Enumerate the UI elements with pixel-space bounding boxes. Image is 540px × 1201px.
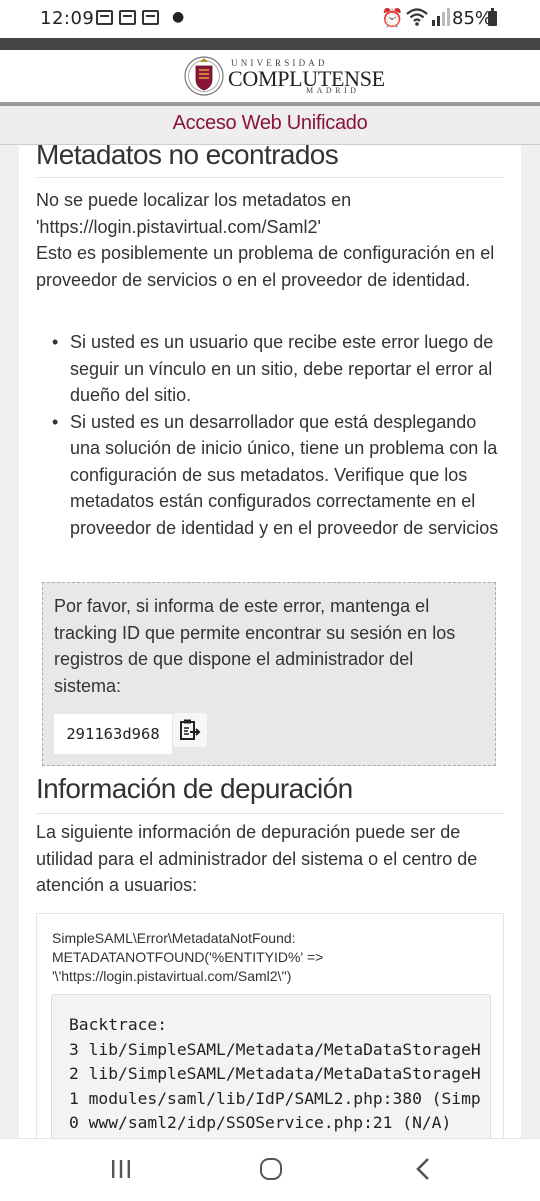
backtrace-line: 0 www/saml2/idp/SSOService.php:21 (N/A) (69, 1113, 452, 1132)
android-nav-bar (0, 1138, 540, 1201)
exception-line: '\'https://login.pistavirtual.com/Saml2\… (52, 968, 292, 984)
error-heading: Metadatos no econtrados (36, 145, 504, 178)
backtrace-line: 3 lib/SimpleSAML/Metadata/MetaDataStorag… (69, 1039, 481, 1059)
error-bullet: Si usted es un desarrollador que está de… (52, 409, 504, 542)
error-intro: No se puede localizar los metadatos en '… (36, 187, 504, 293)
backtrace-line: Backtrace: (69, 1015, 168, 1034)
home-button[interactable] (260, 1158, 282, 1180)
battery-percent: 85% (452, 8, 493, 29)
backtrace-text: Backtrace: 3 lib/SimpleSAML/Metadata/Met… (69, 1013, 481, 1136)
page-title: Acceso Web Unificado (172, 112, 368, 134)
debug-heading: Información de depuración (36, 773, 504, 814)
exception-line: SimpleSAML\Error\MetadataNotFound: (52, 930, 296, 946)
tracking-box: Por favor, si informa de este error, man… (42, 582, 496, 766)
content-card: Metadatos no econtrados No se puede loca… (19, 145, 521, 1138)
status-bar: 12:09 ● ⏰ 85% (0, 0, 540, 38)
exception-line: METADATANOTFOUND('%ENTITYID%' => (52, 949, 324, 965)
more-notifications-icon: ● (172, 9, 185, 25)
error-bullet: Si usted es un usuario que recibe este e… (52, 329, 504, 409)
notification-icon (142, 10, 159, 25)
tracking-text: Por favor, si informa de este error, man… (54, 596, 456, 696)
title-band: Acceso Web Unificado (0, 106, 540, 145)
backtrace-line: 2 lib/SimpleSAML/Metadata/MetaDataStorag… (69, 1064, 481, 1083)
debug-intro: La siguiente información de depuración p… (36, 822, 478, 895)
copy-tracking-id-button[interactable] (173, 713, 207, 747)
university-header[interactable]: UNIVERSIDAD COMPLUTENSE MADRID (0, 50, 540, 106)
clipboard-copy-icon (180, 719, 201, 740)
backtrace-line: 1 modules/saml/lib/IdP/SAML2.php:380 (Si… (69, 1088, 481, 1108)
alarm-icon: ⏰ (381, 8, 404, 29)
error-intro-line3: Esto es posiblemente un problema de conf… (36, 243, 495, 290)
backtrace-block[interactable]: Backtrace: 3 lib/SimpleSAML/Metadata/Met… (51, 994, 491, 1138)
status-time: 12:09 (40, 8, 95, 29)
notification-icon (119, 10, 136, 25)
recent-apps-button[interactable] (110, 1159, 132, 1179)
tracking-id[interactable]: 291163d968 (54, 714, 172, 754)
university-crest-icon (184, 56, 224, 96)
wifi-icon (406, 8, 428, 26)
brand-bottom: MADRID (306, 86, 360, 95)
notification-icon (96, 10, 113, 25)
browser-top-strip (0, 38, 540, 50)
debug-exception-box: SimpleSAML\Error\MetadataNotFound: METAD… (36, 913, 504, 1138)
battery-icon (488, 8, 497, 26)
signal-icon (432, 8, 450, 26)
exception-text: SimpleSAML\Error\MetadataNotFound: METAD… (52, 929, 492, 986)
error-intro-line2: 'https://login.pistavirtual.com/Saml2' (36, 216, 321, 237)
error-intro-line1: No se puede localizar los metadatos en (36, 190, 352, 210)
back-button[interactable] (414, 1157, 432, 1181)
error-bullets: Si usted es un usuario que recibe este e… (36, 329, 504, 541)
